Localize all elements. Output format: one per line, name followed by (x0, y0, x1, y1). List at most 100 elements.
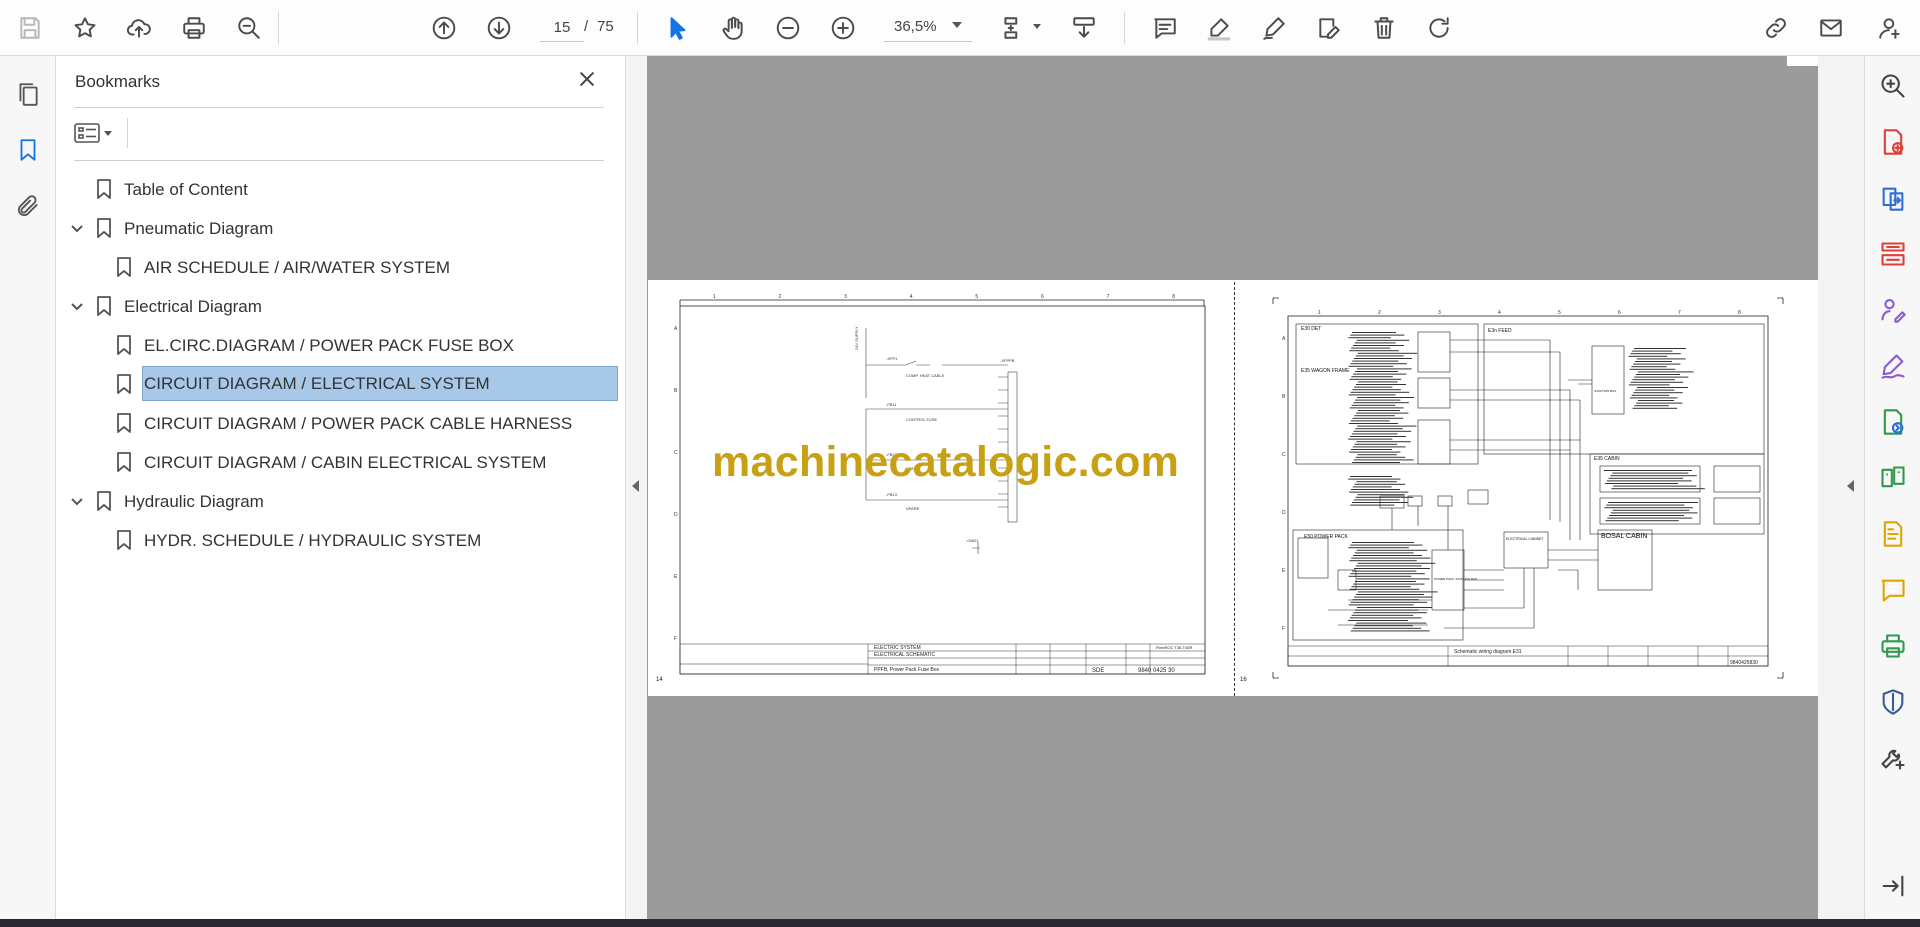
schematic-text-line (1356, 481, 1397, 483)
column-tick-label: 8 (1738, 310, 1741, 316)
convert-icon[interactable] (1877, 406, 1909, 438)
schematic-text-line (1631, 366, 1667, 368)
protect-icon[interactable] (1877, 686, 1909, 718)
attachments-icon[interactable] (10, 188, 46, 224)
schematic-text-line (1353, 402, 1409, 404)
email-icon[interactable] (1813, 10, 1849, 46)
bookmark-item[interactable]: Pneumatic Diagram (56, 211, 616, 245)
row-tick-label: B (674, 388, 678, 394)
bookmark-item[interactable]: EL.CIRC.DIAGRAM / POWER PACK FUSE BOX (56, 328, 616, 362)
schematic-text-line (1606, 480, 1692, 482)
schematic-text-line (1604, 470, 1692, 471)
fill-sign-icon[interactable] (1877, 350, 1909, 382)
export-pdf-icon[interactable] (1877, 182, 1909, 214)
page-fit-icon[interactable] (995, 10, 1031, 46)
page-up-icon[interactable] (426, 10, 462, 46)
column-tick-label: 8 (1172, 294, 1175, 300)
sign-icon[interactable] (1256, 10, 1292, 46)
chevron-down-icon[interactable] (1033, 24, 1041, 29)
column-tick-label: 4 (910, 294, 913, 300)
chevron-down-icon[interactable] (69, 493, 85, 509)
page-down-icon[interactable] (481, 10, 517, 46)
right-doc-number: 9840425830 (1730, 660, 1758, 666)
create-pdf-icon[interactable] (1877, 126, 1909, 158)
bookmarks-icon[interactable] (10, 132, 46, 168)
schematic-text-line (1609, 515, 1684, 516)
upload-cloud-icon[interactable] (121, 10, 157, 46)
bookmark-item[interactable]: CIRCUIT DIAGRAM / POWER PACK CABLE HARNE… (56, 406, 616, 440)
bookmark-item[interactable]: AIR SCHEDULE / AIR/WATER SYSTEM (56, 250, 616, 284)
schematic-text-line (1610, 512, 1698, 514)
hand-icon[interactable] (715, 10, 751, 46)
column-tick-label: 1 (1318, 310, 1321, 316)
schematic-text-line (1355, 609, 1419, 611)
schematic-text-line (1632, 350, 1673, 352)
block-junction-box: JUNCTION BOX (1594, 389, 1616, 393)
schematic-text-line (1637, 387, 1688, 388)
comment-tool-icon[interactable] (1877, 574, 1909, 606)
watermark-text: machinecatalogic.com (712, 438, 1180, 486)
chevron-down-icon[interactable] (952, 22, 962, 28)
row-tick-label: B (1282, 394, 1286, 400)
bookmark-item[interactable]: CIRCUIT DIAGRAM / CABIN ELECTRICAL SYSTE… (56, 445, 616, 479)
collapse-left-arrow-icon[interactable] (632, 480, 639, 492)
zoom-in-icon[interactable] (825, 10, 861, 46)
left-page-frame (679, 299, 1206, 675)
comment-icon[interactable] (1147, 10, 1183, 46)
print-production-icon[interactable] (1877, 630, 1909, 662)
edit-pdf-icon[interactable] (1877, 518, 1909, 550)
schematic-text-line (1604, 507, 1693, 509)
bookmark-item[interactable]: Electrical Diagram (56, 289, 616, 323)
rotate-icon[interactable] (1421, 10, 1457, 46)
page-total: 75 (597, 18, 614, 35)
bookmark-label: HYDR. SCHEDULE / HYDRAULIC SYSTEM (144, 531, 482, 550)
left-panel-splitter[interactable] (626, 56, 647, 919)
highlight-icon[interactable] (1201, 10, 1237, 46)
more-tools-icon[interactable] (1877, 742, 1909, 774)
chevron-down-icon[interactable] (69, 220, 85, 236)
zoom-icon[interactable] (1877, 70, 1909, 102)
organize-pages-icon[interactable] (1877, 238, 1909, 270)
bookmark-star-icon[interactable] (67, 10, 103, 46)
schematic-text-line (1629, 368, 1676, 370)
chevron-down-icon[interactable] (69, 298, 85, 314)
row-tick-label: D (674, 512, 678, 518)
schematic-text-line (1628, 355, 1668, 357)
schematic-text-line (1352, 627, 1422, 629)
schematic-text-line (1355, 565, 1422, 567)
page-number-input[interactable] (540, 14, 584, 42)
edit-text-icon[interactable] (1311, 10, 1347, 46)
page-thumbnails-icon[interactable] (10, 76, 46, 112)
column-tick-label: 5 (975, 294, 978, 300)
account-icon[interactable] (1872, 10, 1908, 46)
close-icon[interactable] (576, 68, 602, 94)
share-link-icon[interactable] (1758, 10, 1794, 46)
bookmark-icon (116, 451, 132, 473)
schematic-text-line (1630, 353, 1681, 355)
schematic-text-line (1610, 475, 1697, 477)
bookmark-label: Hydraulic Diagram (124, 492, 264, 511)
zoom-out-icon[interactable] (770, 10, 806, 46)
zoom-search-icon[interactable] (231, 10, 267, 46)
bookmark-item[interactable]: HYDR. SCHEDULE / HYDRAULIC SYSTEM (56, 523, 616, 557)
scroll-mode-icon[interactable] (1066, 10, 1102, 46)
schematic-text-line (1357, 425, 1417, 427)
right-panel-splitter[interactable] (1818, 56, 1864, 919)
bookmark-item[interactable]: Hydraulic Diagram (56, 484, 616, 518)
compare-icon[interactable] (1877, 462, 1909, 494)
svg-text:24V SUPPLY: 24V SUPPLY (854, 326, 859, 350)
schematic-text-line (1352, 389, 1401, 391)
save-icon[interactable] (12, 10, 48, 46)
bookmark-options-button[interactable] (74, 118, 124, 148)
zoom-level-select[interactable]: 36,5% (884, 14, 972, 42)
select-cursor-icon[interactable] (660, 10, 696, 46)
print-icon[interactable] (176, 10, 212, 46)
collapse-panel-icon[interactable] (1877, 870, 1909, 902)
delete-icon[interactable] (1366, 10, 1402, 46)
expand-right-arrow-icon[interactable] (1847, 480, 1854, 492)
bookmark-item[interactable]: Table of Content (56, 172, 616, 206)
request-signature-icon[interactable] (1877, 294, 1909, 326)
schematic-text-line (1351, 614, 1414, 616)
bookmark-item[interactable]: CIRCUIT DIAGRAM / ELECTRICAL SYSTEM (56, 366, 618, 401)
schematic-text-line (1349, 451, 1401, 453)
